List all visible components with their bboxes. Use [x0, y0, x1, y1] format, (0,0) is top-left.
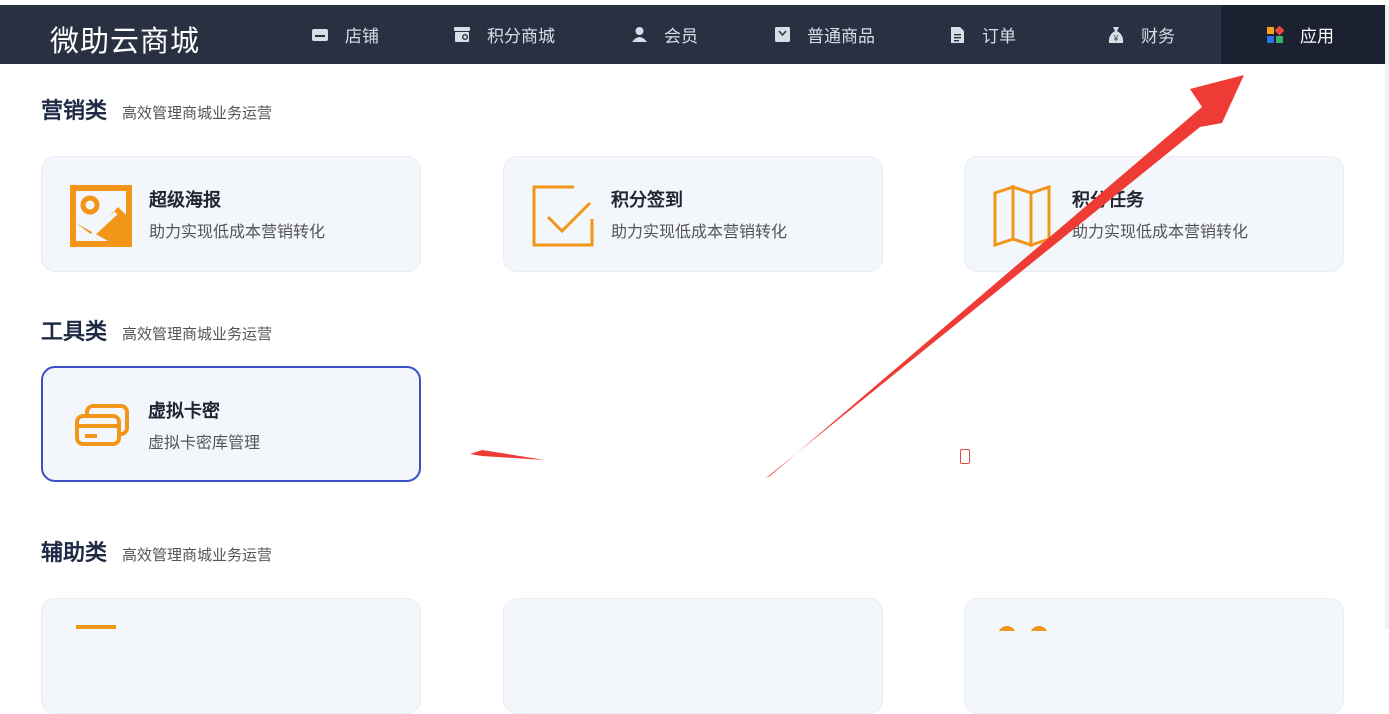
document-icon: [948, 26, 966, 44]
app-card-super-poster[interactable]: 超级海报 助力实现低成本营销转化: [41, 156, 421, 272]
section-header-auxiliary: 辅助类 高效管理商城业务运营: [41, 535, 272, 567]
page-scrollbar[interactable]: [1385, 5, 1389, 629]
annotation-arrow-to-card: [470, 450, 545, 460]
apps-icon: [1266, 25, 1284, 44]
app-card-points-task[interactable]: 积分任务 助力实现低成本营销转化: [964, 156, 1344, 272]
checkin-icon: [532, 185, 594, 247]
brand-logo-text[interactable]: 微助云商城: [50, 18, 200, 60]
section-title: 工具类: [41, 320, 108, 345]
section-header-marketing: 营销类 高效管理商城业务运营: [41, 93, 272, 125]
task-map-icon: [993, 184, 1051, 248]
auxiliary-card-icon: [998, 626, 1048, 631]
card-description: 助力实现低成本营销转化: [1072, 222, 1249, 241]
section-title: 辅助类: [41, 541, 108, 566]
section-title: 营销类: [41, 99, 108, 124]
nav-item-label: 会员: [664, 27, 698, 47]
nav-item-orders[interactable]: 订单: [948, 5, 1058, 64]
nav-item-store[interactable]: 店铺: [311, 5, 421, 64]
annotation-marker: [960, 449, 970, 464]
card-title: 虚拟卡密: [148, 401, 220, 422]
card-description: 虚拟卡密库管理: [148, 433, 261, 452]
money-bag-icon: ¥: [1107, 26, 1125, 44]
card-title: 积分任务: [1072, 190, 1144, 211]
nav-item-label: 应用: [1300, 27, 1334, 47]
app-card-auxiliary-2[interactable]: [503, 598, 883, 714]
nav-item-label: 积分商城: [487, 27, 555, 47]
nav-item-label: 订单: [982, 27, 1016, 47]
annotation-arrow-to-apps: [766, 75, 1244, 478]
auxiliary-card-icon: [76, 625, 116, 629]
virtual-card-icon: [75, 404, 129, 446]
svg-text:¥: ¥: [1113, 34, 1119, 43]
app-card-points-checkin[interactable]: 积分签到 助力实现低成本营销转化: [503, 156, 883, 272]
card-title: 超级海报: [149, 190, 221, 211]
card-description: 助力实现低成本营销转化: [611, 222, 788, 241]
app-card-auxiliary-3[interactable]: [964, 598, 1344, 714]
section-subtitle: 高效管理商城业务运营: [122, 325, 273, 343]
card-title: 积分签到: [611, 190, 683, 211]
nav-item-finance[interactable]: ¥ 财务: [1107, 5, 1217, 64]
app-card-auxiliary-1[interactable]: [41, 598, 421, 714]
section-header-tools: 工具类 高效管理商城业务运营: [41, 314, 272, 346]
nav-item-label: 财务: [1141, 27, 1175, 47]
store-icon: [311, 26, 329, 44]
nav-item-points-mall[interactable]: 积分商城: [453, 5, 593, 64]
app-card-virtual-card[interactable]: 虚拟卡密 虚拟卡密库管理: [41, 366, 421, 482]
section-subtitle: 高效管理商城业务运营: [122, 546, 273, 564]
poster-icon: [70, 185, 132, 247]
nav-item-apps[interactable]: 应用: [1221, 5, 1385, 64]
nav-item-label: 普通商品: [807, 27, 875, 47]
section-subtitle: 高效管理商城业务运营: [122, 104, 273, 122]
user-icon: [630, 26, 648, 44]
card-description: 助力实现低成本营销转化: [149, 222, 326, 241]
nav-item-member[interactable]: 会员: [630, 5, 740, 64]
nav-item-goods[interactable]: 普通商品: [773, 5, 913, 64]
goods-icon: [773, 26, 791, 44]
top-nav: 微助云商城 店铺 积分商城 会员 普通商品 订单 ¥ 财务 应用: [0, 5, 1385, 64]
nav-item-label: 店铺: [345, 27, 379, 47]
points-mall-icon: [453, 26, 471, 44]
